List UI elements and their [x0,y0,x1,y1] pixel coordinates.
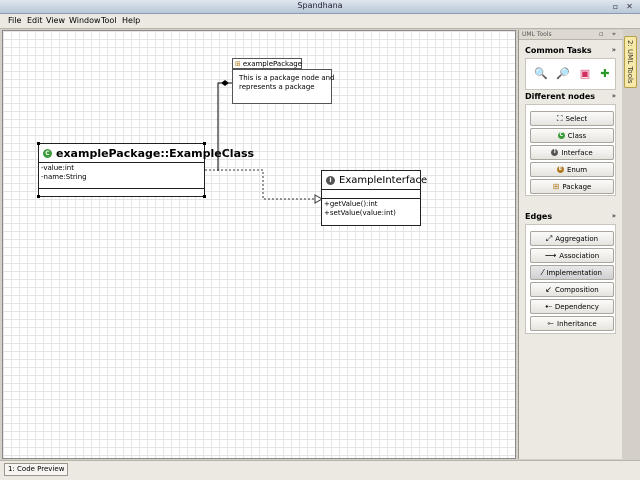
menu-file[interactable]: File [8,16,21,25]
association-icon: ⟶ [544,250,557,260]
edges-title: Edges [525,212,553,221]
edges-body: ⤢ Aggregation ⟶ Association ⁄ Implementatio… [525,224,616,334]
inheritance-icon: ⇽ [547,318,554,328]
class-header: C examplePackage::ExampleClass [39,144,254,163]
code-preview-tab[interactable]: 1: Code Preview [4,463,69,476]
uml-tools-side-tab[interactable]: 2: UML Tools [624,36,637,88]
class-icon: C [43,148,52,158]
inheritance-tool-button[interactable]: ⇽ Inheritance [530,316,614,331]
package-note-line: This is a package node and [239,74,335,82]
window-title: Spandhana [297,1,343,10]
collapse-icon[interactable]: » [612,212,616,220]
uml-tools-panel: UML Tools ▫ ⌖ Common Tasks » 🔍 🔎 ▣ ✚ Dif… [518,30,623,459]
interface-method: +setValue(value:int) [324,209,396,217]
statusbar: 1: Code Preview [0,460,640,480]
nodes-body: ⛶ Select C Class I Interface E Enum ⊞ Package [525,104,616,196]
composition-tool-button[interactable]: ↙ Composition [530,282,614,297]
zoom-in-icon[interactable]: 🔍 [534,67,548,81]
enum-tool-button[interactable]: E Enum [530,162,614,177]
panel-title: UML Tools [522,31,552,38]
window-titlebar: Spandhana ▫ ✕ [0,0,640,14]
package-tool-button[interactable]: ⊞ Package [530,179,614,194]
button-label: Inheritance [557,319,597,328]
nodes-title: Different nodes [525,92,596,101]
panel-header: UML Tools ▫ ⌖ [519,30,623,40]
selection-handle[interactable] [203,142,206,145]
common-tasks-header[interactable]: Common Tasks » [525,46,616,58]
float-icon[interactable]: ▫ [599,30,604,38]
minimize-icon[interactable]: ▫ [611,2,620,11]
close-icon[interactable]: ✕ [625,2,634,11]
button-label: Select [565,114,588,123]
button-label: Composition [554,285,599,294]
package-note[interactable]: This is a package node and represents a … [232,69,335,104]
composition-diamond [221,80,229,86]
composition-icon: ↙ [545,284,552,294]
interface-attributes [322,190,420,199]
add-icon[interactable]: ✚ [598,67,612,81]
package-icon: ⊞ [235,59,241,68]
menu-view[interactable]: View [46,16,65,25]
button-label: Package [562,182,592,191]
package-icon: ⊞ [552,181,560,191]
selection-handle[interactable] [37,195,40,198]
class-attribute: -value:int [41,164,74,172]
menu-window[interactable]: Window [69,16,101,25]
edges-header[interactable]: Edges » [525,212,616,224]
class-name: examplePackage::ExampleClass [56,146,255,160]
interface-methods: +getValue():int +setValue(value:int) [322,199,420,218]
button-label: Dependency [554,302,599,311]
class-attribute: -name:String [41,173,87,181]
common-tasks-title: Common Tasks [525,46,592,55]
interface-tool-button[interactable]: I Interface [530,145,614,160]
nodes-header[interactable]: Different nodes » [525,92,616,104]
package-tab[interactable]: ⊞ examplePackage [232,58,302,69]
button-label: Class [567,131,587,140]
menubar: File Edit View Window Tool Help [0,14,640,29]
collapse-icon[interactable]: » [612,92,616,100]
menu-edit[interactable]: Edit [27,16,43,25]
class-node[interactable]: C examplePackage::ExampleClass -value:in… [38,143,254,197]
button-label: Interface [561,148,593,157]
class-icon: C [557,132,565,139]
diagram-canvas[interactable]: ⊞ examplePackage This is a package node … [2,30,516,459]
selection-handle[interactable] [203,195,206,198]
button-label: Association [559,251,600,260]
dependency-tool-button[interactable]: ⇠ Dependency [530,299,614,314]
collapse-icon[interactable]: » [612,46,616,54]
interface-icon: I [551,149,559,156]
association-tool-button[interactable]: ⟶ Association [530,248,614,263]
select-icon: ⛶ [556,113,563,123]
implementation-tool-button[interactable]: ⁄ Implementation [530,265,614,280]
zoom-out-icon[interactable]: 🔎 [556,67,570,81]
package-name: examplePackage [242,59,303,68]
interface-name: ExampleInterface [339,174,428,186]
selection-handle[interactable] [37,142,40,145]
button-label: Aggregation [555,234,599,243]
menu-tool[interactable]: Tool [101,16,117,25]
common-tasks-body: 🔍 🔎 ▣ ✚ [525,58,616,90]
implementation-icon: ⁄ [542,267,544,277]
dependency-icon: ⇠ [545,301,552,311]
side-tab-label: 2: UML Tools [626,40,634,84]
package-note-line: represents a package [239,83,315,91]
interface-node[interactable]: I ExampleInterface +getValue():int +setV… [321,170,427,226]
aggregation-tool-button[interactable]: ⤢ Aggregation [530,231,614,246]
menu-help[interactable]: Help [122,16,140,25]
implementation-connector [205,169,315,200]
interface-method: +getValue():int [324,200,378,208]
select-tool-button[interactable]: ⛶ Select [530,111,614,126]
aggregation-icon: ⤢ [545,233,553,243]
button-label: Enum [566,165,588,174]
pin-icon[interactable]: ⌖ [612,30,616,39]
enum-icon: E [556,166,564,173]
class-tool-button[interactable]: C Class [530,128,614,143]
interface-icon: I [326,175,335,185]
class-attributes: -value:int -name:String [39,163,204,189]
interface-header: I ExampleInterface [322,171,427,190]
delete-icon[interactable]: ▣ [578,67,592,81]
button-label: Implementation [546,268,602,277]
